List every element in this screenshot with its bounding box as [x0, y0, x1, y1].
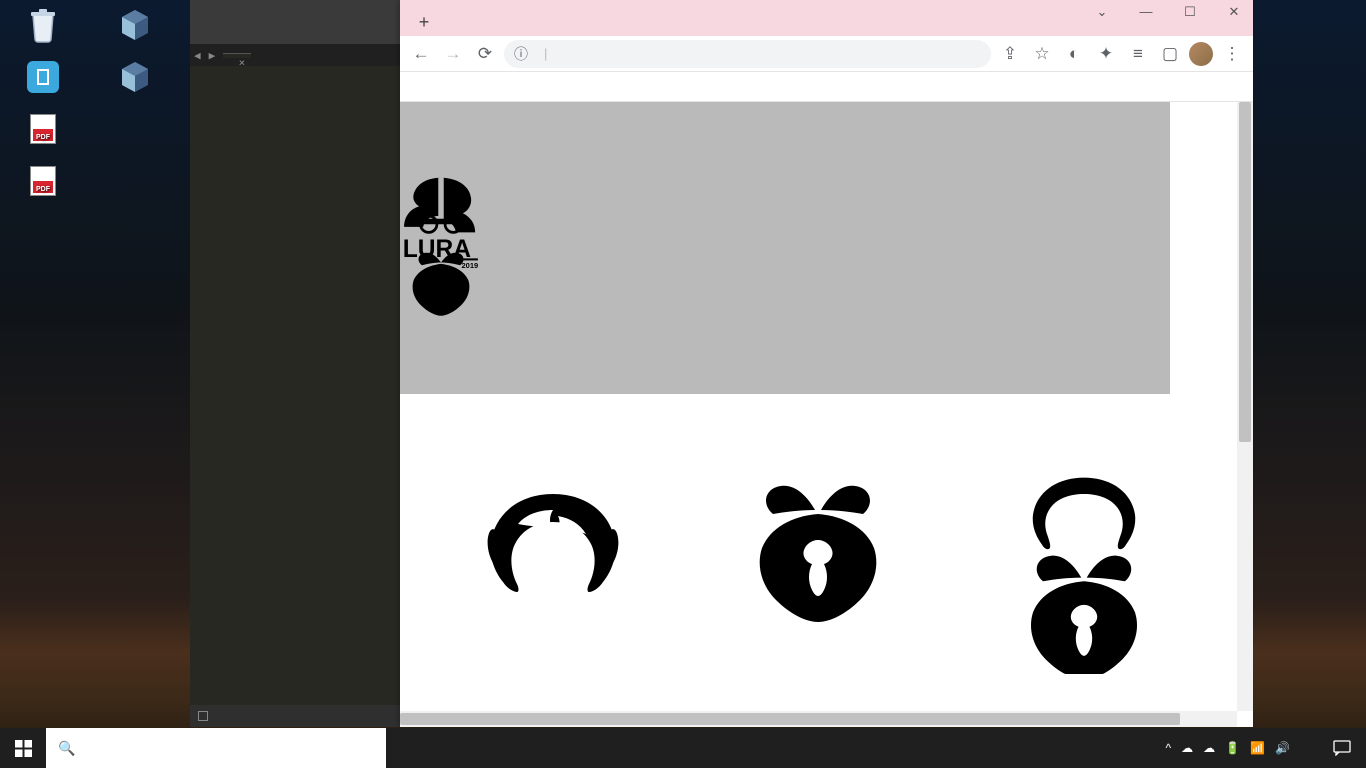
share-icon[interactable]: ⇪ [997, 41, 1023, 67]
tray-chevron-icon[interactable]: ^ [1166, 741, 1172, 755]
product-image-beard [733, 474, 903, 644]
address-bar[interactable]: ⓘ | [504, 40, 991, 68]
windows-taskbar: 🔍 ^ ☁ ☁ 🔋 📶 🔊 [0, 728, 1366, 768]
panel-icon[interactable]: ▢ [1157, 41, 1183, 67]
product-card [699, 444, 938, 644]
system-tray: ^ ☁ ☁ 🔋 📶 🔊 [1166, 728, 1366, 768]
product-image-hair [468, 474, 638, 644]
close-icon[interactable]: × [239, 56, 246, 69]
separator: | [544, 46, 547, 61]
product-card [965, 444, 1204, 644]
editor-menubar [190, 24, 400, 44]
nav-back-icon[interactable]: ◀ [194, 49, 201, 62]
tray-cloud-icon[interactable]: ☁ [1203, 741, 1215, 755]
start-button[interactable] [0, 728, 46, 768]
caret-down-icon[interactable]: ⌄ [1087, 4, 1117, 20]
scrollbar-thumb[interactable] [400, 713, 1180, 725]
notification-icon [1333, 740, 1351, 756]
windows-icon [15, 740, 32, 757]
pdf-icon [30, 114, 56, 144]
page-header: LURA 2019 [400, 102, 1170, 394]
action-center-button[interactable] [1322, 728, 1362, 768]
app-icon [27, 61, 59, 93]
status-square-icon [198, 711, 208, 721]
desktop-icons-area [8, 6, 170, 202]
pdf-icon [30, 166, 56, 196]
back-button[interactable]: ← [408, 41, 434, 67]
close-icon[interactable]: ✕ [1219, 4, 1249, 20]
editor-tab[interactable]: × [223, 53, 251, 58]
logo-year: 2019 [462, 261, 479, 270]
info-icon[interactable]: ⓘ [514, 44, 528, 64]
cube-icon [118, 8, 152, 42]
scrollbar-thumb[interactable] [1239, 102, 1251, 442]
minimize-icon[interactable]: ― [1131, 4, 1161, 20]
desktop-icon-pdfelement[interactable] [8, 58, 78, 98]
kebab-menu-icon[interactable]: ⋮ [1219, 41, 1245, 67]
chrome-window: + ⌄ ― ☐ ✕ ← → ⟳ ⓘ | ⇪ ☆ ◐ ✦ ≡ ▢ ⋮ [400, 0, 1253, 727]
maximize-icon[interactable]: ☐ [1175, 4, 1205, 20]
cube-icon [118, 60, 152, 94]
tray-onedrive-icon[interactable]: ☁ [1181, 741, 1193, 755]
reading-list-icon[interactable]: ≡ [1125, 41, 1151, 67]
logo: LURA 2019 [400, 142, 482, 377]
bookmarks-bar [400, 72, 1253, 102]
chrome-toolbar: ← → ⟳ ⓘ | ⇪ ☆ ◐ ✦ ≡ ▢ ⋮ [400, 36, 1253, 72]
new-tab-button[interactable]: + [410, 8, 438, 36]
desktop-icon-virtualbox[interactable] [100, 6, 170, 46]
product-card [433, 444, 672, 644]
editor-tab-bar: ◀ ▶ × [190, 44, 400, 66]
nav-fwd-icon[interactable]: ▶ [209, 49, 216, 62]
tray-battery-icon[interactable]: 🔋 [1225, 741, 1240, 755]
editor-statusbar [190, 705, 400, 727]
sublime-text-window: ◀ ▶ × [190, 0, 400, 727]
trash-icon [27, 7, 59, 43]
search-icon: 🔍 [58, 740, 75, 757]
desktop-icon-oracle-vm[interactable] [100, 58, 170, 98]
tray-wifi-icon[interactable]: 📶 [1250, 741, 1265, 755]
taskbar-search[interactable]: 🔍 [46, 728, 386, 768]
star-icon[interactable]: ☆ [1029, 41, 1055, 67]
reload-button[interactable]: ⟳ [472, 41, 498, 67]
editor-code-area[interactable] [190, 66, 400, 705]
tray-volume-icon[interactable]: 🔊 [1275, 741, 1290, 755]
chrome-tabstrip: + ⌄ ― ☐ ✕ [400, 0, 1253, 36]
forward-button[interactable]: → [440, 41, 466, 67]
page-viewport: LURA 2019 [400, 102, 1253, 727]
profile-avatar[interactable] [1189, 42, 1213, 66]
editor-titlebar[interactable] [190, 0, 400, 24]
desktop-icon-trash[interactable] [8, 6, 78, 46]
products-section [400, 394, 1237, 644]
product-image-combo [999, 474, 1169, 644]
horizontal-scrollbar[interactable] [400, 711, 1237, 727]
updates-icon[interactable]: ◐ [1061, 41, 1087, 67]
vertical-scrollbar[interactable] [1237, 102, 1253, 711]
desktop-icon-pdf-2[interactable] [8, 162, 78, 202]
extensions-icon[interactable]: ✦ [1093, 41, 1119, 67]
desktop-icon-pdf-1[interactable] [8, 110, 78, 150]
